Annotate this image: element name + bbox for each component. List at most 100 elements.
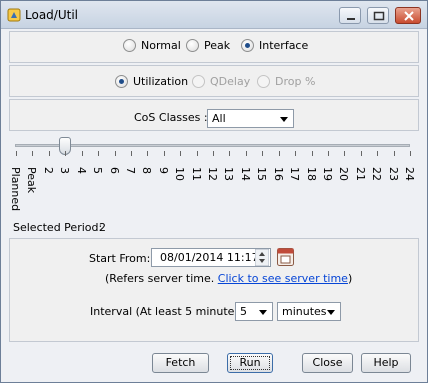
slider-tick-label: 11 [190, 167, 203, 181]
radio-peak-indicator[interactable] [186, 39, 199, 52]
period-slider-scale: Planned Peak 2 3 4 5 6 7 8 9 10 11 12 13 14 15 16 17 18 19 2… [1, 151, 428, 211]
cos-classes-value: All [212, 112, 226, 125]
interval-label: Interval (At least 5 minutes): [90, 305, 249, 318]
slider-tick-label: 7 [124, 167, 137, 174]
interval-value-select[interactable]: 5 [235, 302, 273, 321]
slider-tick [131, 151, 132, 156]
radio-interface-indicator[interactable] [241, 39, 254, 52]
radio-interface-label: Interface [259, 39, 309, 52]
slider-tick [65, 151, 66, 156]
selected-period-value: 2 [99, 221, 106, 234]
slider-tick [115, 151, 116, 156]
app-icon [7, 8, 21, 22]
chevron-down-icon [327, 310, 335, 315]
calendar-icon[interactable] [277, 248, 294, 266]
slider-tick [295, 151, 296, 156]
maximize-icon [373, 11, 385, 21]
slider-tick-label: 15 [255, 167, 268, 181]
interval-value: 5 [240, 305, 247, 318]
slider-tick [213, 151, 214, 156]
radio-utilization-indicator[interactable] [115, 75, 128, 88]
radio-interface[interactable]: Interface [241, 39, 308, 52]
help-button[interactable]: Help [361, 353, 411, 373]
spinner-icon[interactable] [255, 249, 269, 266]
slider-tick [229, 151, 230, 156]
slider-tick-label: 18 [305, 167, 318, 181]
cos-label: CoS Classes : [134, 111, 208, 124]
minimize-icon [347, 18, 355, 20]
slider-tick-label: 23 [387, 167, 400, 181]
radio-drop: Drop % [257, 75, 315, 88]
cos-classes-select[interactable]: All [207, 109, 294, 128]
chevron-down-icon [280, 117, 288, 122]
slider-tick [32, 151, 33, 156]
slider-tick [410, 151, 411, 156]
period-slider-track[interactable] [15, 144, 410, 147]
server-time-suffix: ) [347, 272, 353, 285]
slider-tick [98, 151, 99, 156]
radio-normal[interactable]: Normal [123, 39, 181, 52]
slider-tick [197, 151, 198, 156]
slider-tick [262, 151, 263, 156]
radio-qdelay-indicator [192, 75, 205, 88]
slider-tick-label: 14 [239, 167, 252, 181]
slider-tick-label: 17 [288, 167, 301, 181]
slider-tick-label: 20 [337, 167, 350, 181]
slider-tick [344, 151, 345, 156]
title-bar[interactable]: Load/Util [1, 1, 427, 29]
radio-drop-indicator [257, 75, 270, 88]
slider-tick-label: 21 [354, 167, 367, 181]
start-from-field[interactable]: 08/01/2014 11:17 [151, 248, 271, 267]
interval-unit: minutes [282, 305, 327, 318]
radio-normal-indicator[interactable] [123, 39, 136, 52]
radio-qdelay-label: QDelay [210, 75, 251, 88]
slider-tick-label: 6 [108, 167, 121, 174]
slider-tick-label: 8 [140, 167, 153, 174]
slider-tick-label: 10 [173, 167, 186, 181]
interval-unit-select[interactable]: minutes [277, 302, 341, 321]
slider-tick-label: 4 [75, 167, 88, 174]
slider-tick [377, 151, 378, 156]
slider-tick [82, 151, 83, 156]
slider-tick [246, 151, 247, 156]
slider-tick [279, 151, 280, 156]
close-button[interactable]: Close [302, 353, 353, 373]
server-time-link[interactable]: Click to see server time [218, 272, 348, 285]
radio-peak[interactable]: Peak [186, 39, 230, 52]
radio-utilization-label: Utilization [133, 75, 189, 88]
slider-tick-label: 9 [157, 167, 170, 174]
chevron-down-icon [259, 310, 267, 315]
slider-tick [164, 151, 165, 156]
close-icon [404, 11, 414, 21]
slider-tick-label: 13 [222, 167, 235, 181]
load-util-window: Load/Util Normal Peak Interface Utilizat… [0, 0, 428, 383]
slider-tick-label: 3 [58, 167, 71, 174]
slider-tick-label: 22 [370, 167, 383, 181]
maximize-button[interactable] [367, 7, 389, 24]
slider-tick-label: 24 [403, 167, 416, 181]
run-button[interactable]: Run [227, 353, 273, 373]
slider-tick [49, 151, 50, 156]
close-window-button[interactable] [395, 7, 421, 24]
server-time-note: (Refers server time. Click to see server… [105, 272, 352, 285]
slider-tick-label: 2 [42, 167, 55, 174]
minimize-button[interactable] [339, 7, 361, 24]
slider-tick [16, 151, 17, 156]
slider-tick [361, 151, 362, 156]
start-from-value: 08/01/2014 11:17 [160, 251, 259, 264]
slider-tick-label: 16 [272, 167, 285, 181]
slider-tick [312, 151, 313, 156]
window-title: Load/Util [25, 8, 78, 22]
slider-tick-label: 5 [91, 167, 104, 174]
radio-qdelay: QDelay [192, 75, 250, 88]
radio-utilization[interactable]: Utilization [115, 75, 188, 88]
fetch-button[interactable]: Fetch [152, 353, 209, 373]
slider-tick [147, 151, 148, 156]
radio-peak-label: Peak [204, 39, 231, 52]
slider-tick-label: 19 [321, 167, 334, 181]
radio-drop-label: Drop % [275, 75, 316, 88]
start-from-label: Start From: [89, 252, 151, 265]
slider-tick [180, 151, 181, 156]
slider-tick [394, 151, 395, 156]
slider-tick-label: Peak [25, 167, 38, 194]
